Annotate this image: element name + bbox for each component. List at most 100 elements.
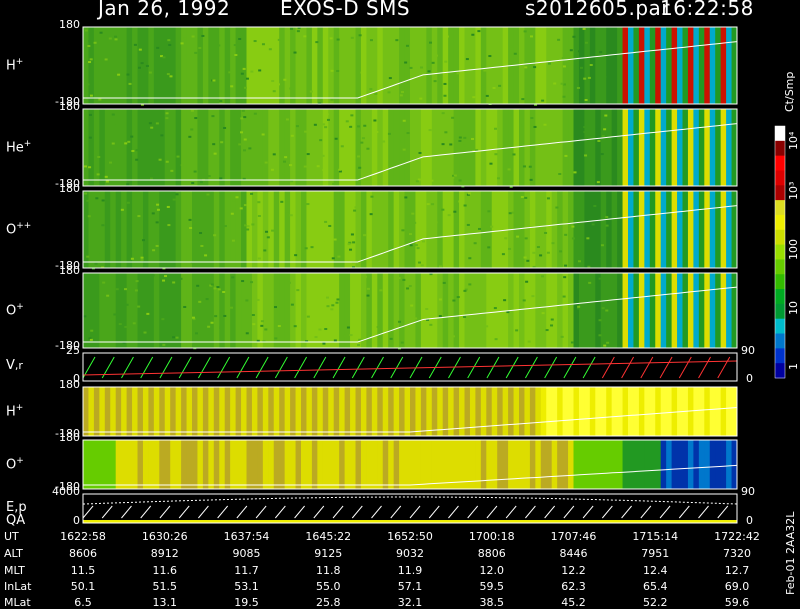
heat-cell [240, 117, 244, 120]
heat-col [426, 273, 433, 348]
heat-col [99, 387, 106, 436]
heat-col [628, 273, 634, 348]
heat-cell [330, 69, 334, 72]
heat-col [322, 440, 329, 489]
heat-cell [219, 254, 223, 257]
heat-col [295, 273, 302, 348]
heat-col [420, 273, 427, 348]
heat-cell [306, 315, 310, 318]
heat-col [529, 109, 536, 186]
heat-cell [463, 289, 467, 292]
heat-col [339, 109, 346, 186]
heat-cell [290, 303, 294, 306]
heat-col [589, 440, 596, 489]
table-cell: 9085 [232, 547, 261, 560]
heat-col [720, 191, 727, 268]
heat-col [208, 109, 215, 186]
heat-col [295, 440, 302, 489]
panel-3 [82, 190, 738, 270]
heat-cell [523, 256, 527, 259]
colorbar-segment [775, 318, 785, 335]
heat-cell [503, 299, 507, 302]
heat-cell [230, 212, 234, 215]
heat-col [442, 387, 449, 436]
heat-col [693, 109, 700, 186]
heat-cell [434, 221, 438, 224]
heat-cell [274, 337, 278, 340]
heat-cell [426, 203, 430, 206]
heat-col [649, 109, 656, 186]
heat-cell [271, 229, 275, 232]
heat-col [99, 109, 106, 186]
heat-cell [562, 295, 566, 298]
heat-cell [207, 325, 211, 328]
heat-cell [102, 281, 106, 284]
heat-col [513, 387, 520, 436]
heat-col [578, 387, 585, 436]
heat-col [568, 109, 574, 186]
heat-col [410, 191, 416, 268]
heat-cell [374, 92, 378, 95]
heat-cell [101, 199, 105, 202]
heat-col [235, 387, 242, 436]
heat-col [371, 440, 378, 489]
heat-col [388, 440, 395, 489]
heat-col [317, 440, 324, 489]
heat-col [404, 440, 411, 489]
heat-col [268, 191, 275, 268]
heat-col [366, 191, 373, 268]
heat-col [404, 191, 411, 268]
heat-cell [442, 281, 446, 284]
heat-col [164, 440, 171, 489]
heat-cell [167, 39, 171, 42]
heat-col [159, 273, 166, 348]
heat-cell [530, 117, 534, 120]
heat-cell [345, 120, 349, 123]
heat-cell [83, 315, 87, 318]
heat-cell [584, 41, 588, 44]
heat-col [153, 109, 160, 186]
heat-col [181, 191, 188, 268]
heat-col [153, 191, 160, 268]
heat-cell [190, 128, 194, 131]
heat-col [393, 387, 400, 436]
heat-col [459, 273, 465, 348]
heat-col [208, 27, 215, 104]
table-cell: 8912 [150, 547, 179, 560]
heat-col [715, 387, 722, 436]
heat-col [715, 440, 722, 489]
heat-cell [573, 171, 577, 174]
heat-cell [264, 161, 268, 164]
heat-col [622, 387, 629, 436]
heat-cell [272, 153, 276, 156]
heat-col [88, 27, 95, 104]
heat-cell [188, 218, 192, 221]
heat-col [442, 27, 449, 104]
heat-col [573, 273, 580, 348]
heat-col [241, 27, 247, 104]
heat-col [426, 27, 433, 104]
heat-col [491, 27, 498, 104]
heat-col [666, 440, 673, 489]
heat-cell [572, 35, 576, 38]
table-cell: 12.2 [561, 564, 586, 577]
colorbar-segment [775, 303, 785, 320]
heat-col [497, 273, 504, 348]
heat-cell [559, 250, 563, 253]
heat-cell [597, 139, 601, 142]
heat-cell [324, 220, 328, 223]
heat-col [660, 440, 667, 489]
heat-col [562, 387, 569, 436]
heat-col [720, 273, 727, 348]
heat-col [568, 27, 574, 104]
heat-cell [350, 233, 354, 236]
heat-cell [322, 169, 326, 172]
heat-col [197, 109, 204, 186]
heat-cell [369, 88, 373, 91]
heat-cell [128, 82, 132, 85]
heat-col [175, 440, 182, 489]
heat-col [595, 27, 602, 104]
heat-cell [328, 224, 332, 227]
heat-col [388, 273, 395, 348]
heat-col [486, 387, 493, 436]
